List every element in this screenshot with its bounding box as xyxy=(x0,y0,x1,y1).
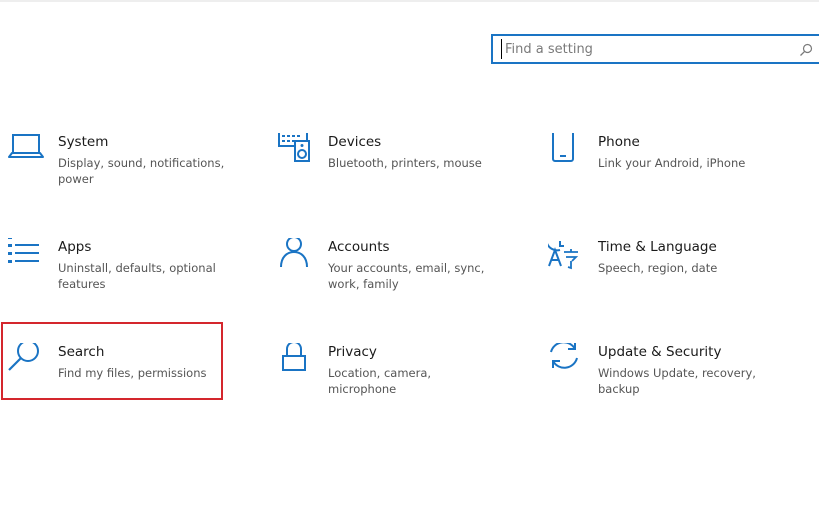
tile-privacy[interactable]: Privacy Location, camera, microphone xyxy=(278,343,508,423)
tile-title: Phone xyxy=(598,134,640,150)
tile-title: Apps xyxy=(58,239,92,255)
tile-title: Time & Language xyxy=(598,239,717,255)
tile-desc: Speech, region, date xyxy=(598,261,718,275)
tile-title: Accounts xyxy=(328,239,390,255)
search-box[interactable] xyxy=(491,34,819,64)
apps-list-icon xyxy=(8,238,48,278)
lock-icon xyxy=(278,343,318,383)
settings-home: System Display, sound, notifications, po… xyxy=(0,0,819,505)
tile-devices[interactable]: Devices Bluetooth, printers, mouse xyxy=(278,133,508,213)
tile-title: Search xyxy=(58,344,105,360)
laptop-icon xyxy=(8,133,48,173)
search-icon[interactable] xyxy=(799,42,813,56)
tile-desc: Location, camera, microphone xyxy=(328,366,432,396)
search-input[interactable] xyxy=(501,39,795,59)
tile-accounts[interactable]: Accounts Your accounts, email, sync, wor… xyxy=(278,238,508,318)
tile-title: System xyxy=(58,134,109,150)
tile-title: Devices xyxy=(328,134,382,150)
tile-desc: Link your Android, iPhone xyxy=(598,156,746,170)
tile-desc: Bluetooth, printers, mouse xyxy=(328,156,482,170)
magnifier-icon xyxy=(8,343,48,383)
tile-desc: Display, sound, notifications, power xyxy=(58,156,225,186)
tile-desc: Your accounts, email, sync, work, family xyxy=(328,261,485,291)
tile-title: Update & Security xyxy=(598,344,722,360)
top-divider xyxy=(0,0,819,2)
refresh-icon xyxy=(548,343,588,383)
tile-desc: Find my files, permissions xyxy=(58,366,207,380)
phone-icon xyxy=(548,133,588,173)
tile-time-language[interactable]: Time & Language Speech, region, date xyxy=(548,238,778,318)
tile-title: Privacy xyxy=(328,344,377,360)
tile-update-security[interactable]: Update & Security Windows Update, recove… xyxy=(548,343,778,423)
tile-system[interactable]: System Display, sound, notifications, po… xyxy=(8,133,238,213)
time-language-icon xyxy=(548,238,588,278)
tile-phone[interactable]: Phone Link your Android, iPhone xyxy=(548,133,778,213)
tile-search[interactable]: Search Find my files, permissions xyxy=(8,343,238,423)
tile-desc: Windows Update, recovery, backup xyxy=(598,366,756,396)
person-icon xyxy=(278,238,318,278)
tile-apps[interactable]: Apps Uninstall, defaults, optional featu… xyxy=(8,238,238,318)
keyboard-speaker-icon xyxy=(278,133,318,173)
tile-desc: Uninstall, defaults, optional features xyxy=(58,261,216,291)
